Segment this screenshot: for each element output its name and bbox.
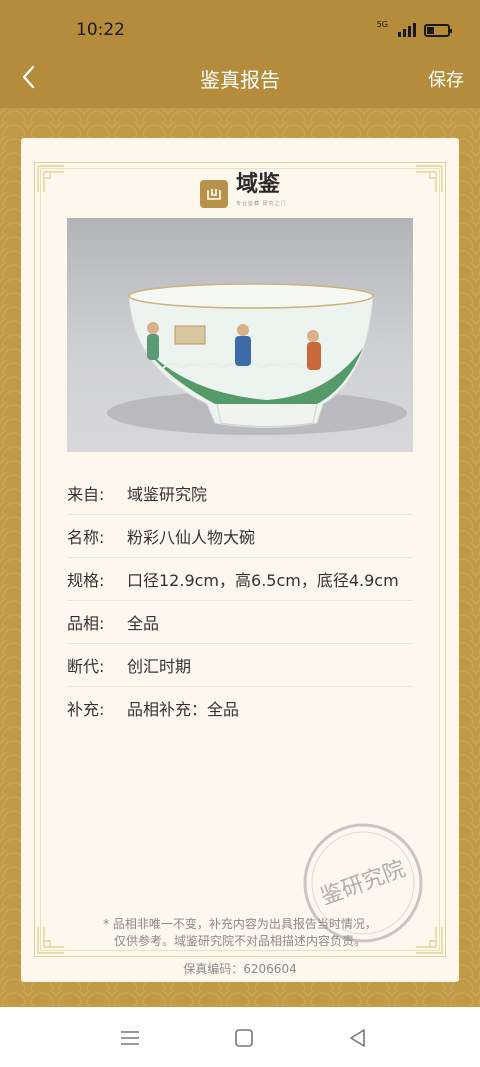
info-value: 创汇时期	[127, 657, 192, 676]
info-row-dating: 断代: 创汇时期	[67, 644, 413, 687]
brand-tagline: 专业鉴藏 研究之门	[236, 201, 287, 207]
info-table: 来自: 域鉴研究院 名称: 粉彩八仙人物大碗 规格: 口径12.9cm，高6.5…	[67, 472, 413, 729]
bowl-image	[107, 283, 407, 435]
home-square-icon	[235, 1029, 253, 1047]
info-value: 口径12.9cm，高6.5cm，底径4.9cm	[127, 571, 399, 590]
info-row-condition: 品相: 全品	[67, 601, 413, 644]
authenticity-code: 保真编码：6206604	[183, 962, 297, 976]
item-photo	[67, 218, 413, 452]
info-label: 规格:	[67, 571, 105, 590]
corner-ornament-icon	[416, 165, 443, 192]
menu-button[interactable]	[118, 1027, 142, 1049]
info-row-spec: 规格: 口径12.9cm，高6.5cm，底径4.9cm	[67, 558, 413, 601]
brand-logo: 域鉴 专业鉴藏 研究之门	[200, 173, 287, 214]
disclaimer-line: 仅供参考。域鉴研究院不对品相描述内容负责。	[113, 934, 366, 948]
info-row-name: 名称: 粉彩八仙人物大碗	[67, 515, 413, 558]
logo-mark-icon	[200, 180, 228, 208]
header: 鉴真报告 保存	[0, 58, 480, 108]
status-time: 10:22	[76, 20, 125, 40]
info-value: 品相补充：全品	[127, 700, 240, 719]
info-row-source: 来自: 域鉴研究院	[67, 472, 413, 515]
triangle-back-icon	[350, 1029, 365, 1047]
page-title: 鉴真报告	[200, 68, 280, 92]
battery-icon	[424, 23, 452, 37]
save-button[interactable]: 保存	[428, 66, 464, 92]
info-label: 断代:	[67, 657, 105, 676]
home-button[interactable]	[232, 1027, 256, 1049]
menu-icon	[121, 1031, 139, 1045]
top-bar: 10:22 5G 鉴真报告 保存	[0, 0, 480, 108]
info-row-supplement: 补充: 品相补充：全品	[67, 687, 413, 729]
info-value: 域鉴研究院	[127, 485, 208, 504]
brand-name: 域鉴 专业鉴藏 研究之门	[236, 173, 287, 214]
disclaimer-note: * 品相非唯一不变，补充内容为出具报告当时情况， 仅供参考。域鉴研究院不对品相描…	[60, 916, 420, 950]
info-label: 品相:	[67, 614, 105, 633]
seal-text: 鉴研究院	[318, 857, 409, 911]
status-icons: 5G	[376, 20, 452, 40]
info-label: 名称:	[67, 528, 105, 547]
info-value: 粉彩八仙人物大碗	[127, 528, 256, 547]
info-label: 补充:	[67, 700, 105, 719]
info-value: 全品	[127, 614, 160, 633]
corner-ornament-icon	[37, 165, 64, 192]
back-nav-button[interactable]	[346, 1027, 370, 1049]
info-label: 来自:	[67, 485, 105, 504]
network-label: 5G	[376, 20, 388, 29]
signal-icon	[398, 23, 416, 37]
status-bar: 10:22 5G	[0, 0, 480, 58]
system-nav-bar	[0, 1007, 480, 1067]
disclaimer-line: * 品相非唯一不变，补充内容为出具报告当时情况，	[103, 917, 377, 931]
